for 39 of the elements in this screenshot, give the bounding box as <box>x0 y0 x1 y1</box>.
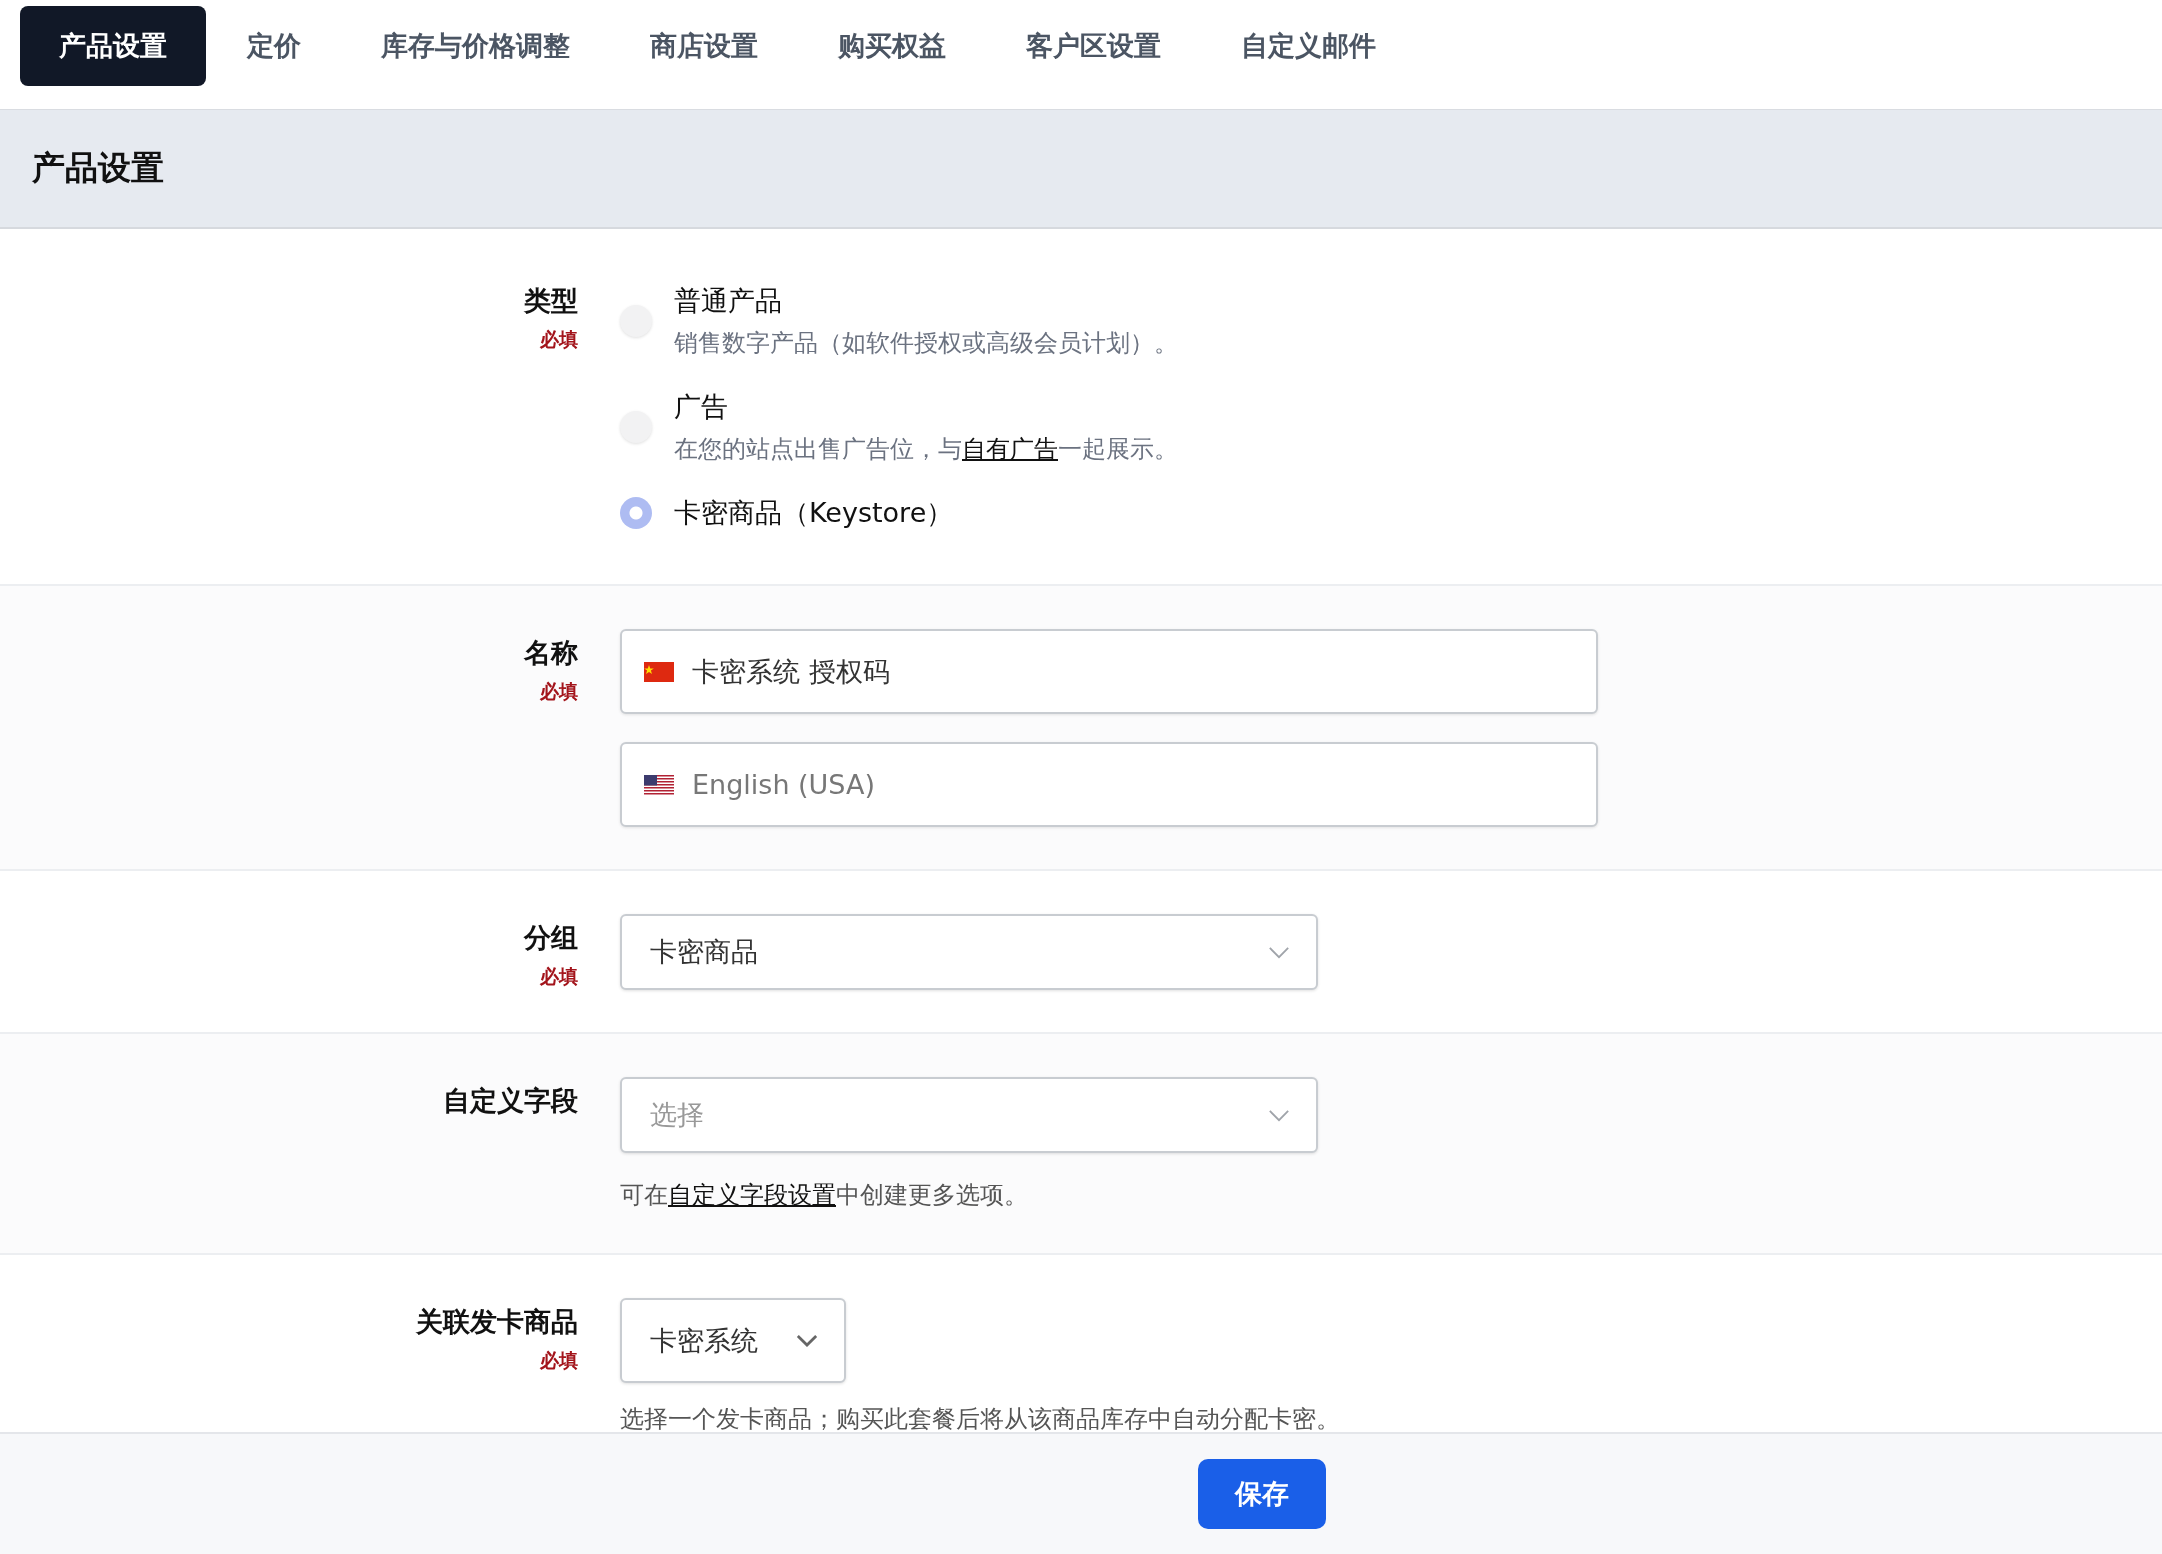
chevron-down-icon <box>1268 1108 1290 1122</box>
tab[interactable]: 客户区设置 <box>987 5 1200 86</box>
field-label: 名称 <box>524 636 578 670</box>
field-label: 关联发卡商品 <box>416 1305 578 1339</box>
text-field[interactable]: English (USA) <box>620 742 1598 827</box>
tab[interactable]: 定价 <box>208 5 340 86</box>
option-description: 一起展示。 <box>1058 435 1178 463</box>
radio-button[interactable] <box>620 497 652 529</box>
dropdown[interactable]: 卡密系统 <box>620 1298 846 1383</box>
dropdown[interactable]: 卡密商品 <box>620 914 1318 990</box>
option-description: 在您的站点出售广告位，与 <box>674 435 962 463</box>
field-label: 分组 <box>524 921 578 955</box>
tab[interactable]: 自定义邮件 <box>1202 5 1415 86</box>
required-note: 必填 <box>540 1348 578 1373</box>
text-field[interactable]: 卡密系统 授权码 <box>620 629 1598 714</box>
help-text: 可在 <box>620 1181 668 1209</box>
help-text: 中创建更多选项。 <box>836 1181 1028 1209</box>
option-title: 卡密商品（Keystore） <box>674 496 954 530</box>
tab[interactable]: 产品设置 <box>20 5 206 86</box>
tab[interactable]: 库存与价格调整 <box>342 5 609 86</box>
link[interactable]: 自定义字段设置 <box>668 1181 836 1209</box>
flag-icon <box>644 661 674 682</box>
required-note: 必填 <box>540 679 578 704</box>
option-title: 普通产品 <box>674 284 783 318</box>
section-title: 产品设置 <box>32 147 164 189</box>
tab[interactable]: 商店设置 <box>611 5 797 86</box>
field-label: 自定义字段 <box>443 1084 578 1118</box>
required-note: 必填 <box>540 327 578 352</box>
field-label: 类型 <box>524 284 578 318</box>
option-title: 广告 <box>674 390 729 424</box>
link[interactable]: 自有广告 <box>962 435 1058 463</box>
required-note: 必填 <box>540 964 578 989</box>
help-text: 选择一个发卡商品；购买此套餐后将从该商品库存中自动分配卡密。 <box>620 1405 1340 1432</box>
option-description: 销售数字产品（如软件授权或高级会员计划）。 <box>674 329 1178 357</box>
tab[interactable]: 购买权益 <box>799 5 985 86</box>
chevron-down-icon <box>796 1334 818 1347</box>
save-button[interactable]: 保存 <box>1198 1459 1326 1529</box>
chevron-down-icon <box>1268 945 1290 959</box>
flag-icon <box>644 774 674 795</box>
